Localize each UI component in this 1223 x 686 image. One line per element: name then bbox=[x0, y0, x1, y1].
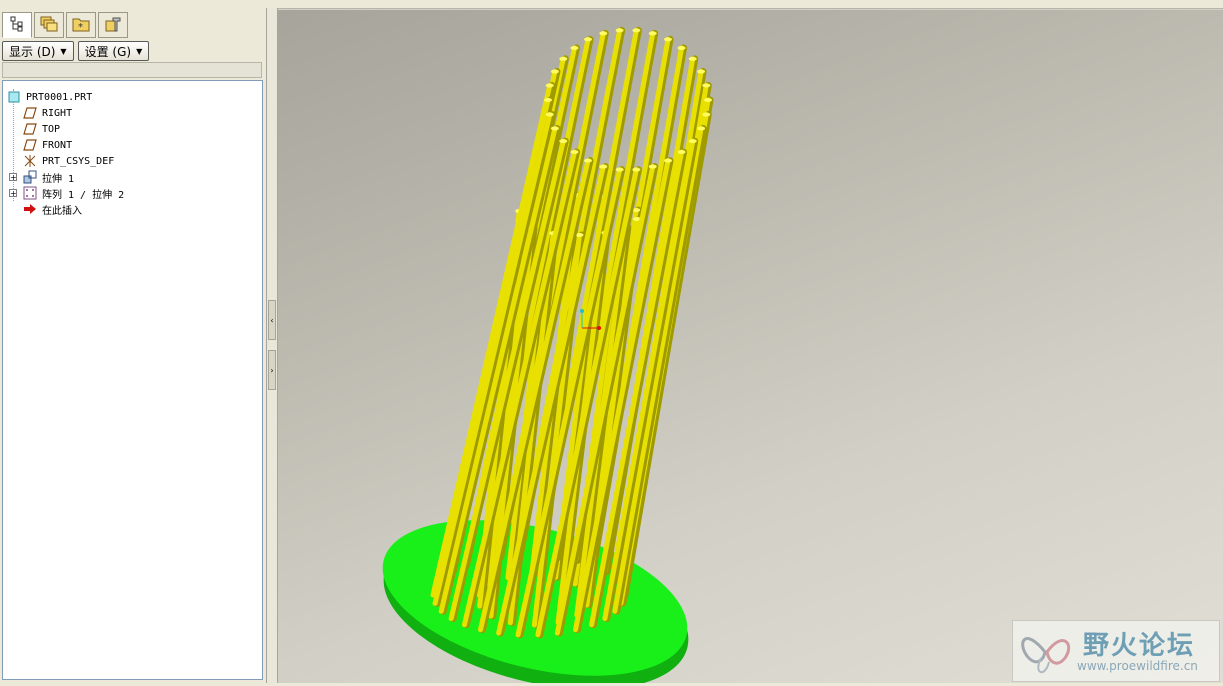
rod-cap bbox=[570, 45, 579, 50]
model-tree-icon bbox=[9, 16, 25, 35]
rod-cap bbox=[688, 56, 697, 61]
rod-cap bbox=[677, 45, 686, 50]
rod-cap bbox=[664, 158, 672, 163]
settings-label: 设置 (G) bbox=[84, 44, 132, 59]
datum-plane-icon bbox=[23, 122, 37, 136]
tree-root-label: PRT0001.PRT bbox=[26, 91, 93, 103]
tab-layers[interactable] bbox=[34, 12, 64, 38]
tree-item-label: FRONT bbox=[42, 139, 73, 151]
tree-item-top[interactable]: TOP bbox=[23, 121, 60, 137]
tab-folder-browser[interactable]: * bbox=[66, 12, 96, 38]
chevron-left-icon: ‹ bbox=[270, 315, 274, 325]
pattern-icon bbox=[23, 186, 37, 200]
expand-toggle-pattern[interactable]: + bbox=[9, 189, 17, 198]
rod-cap bbox=[664, 37, 672, 42]
tree-item-label: RIGHT bbox=[42, 107, 73, 119]
tree-guide-line bbox=[13, 89, 14, 201]
3d-model-scene bbox=[382, 26, 714, 684]
panel-splitter[interactable]: ‹ › bbox=[266, 8, 278, 686]
base-disc-top bbox=[382, 520, 688, 676]
tree-item-front[interactable]: FRONT bbox=[23, 137, 72, 153]
svg-text:*: * bbox=[78, 22, 83, 33]
rod-cap bbox=[648, 164, 657, 169]
rod-cap bbox=[545, 83, 554, 88]
butterfly-logo-icon bbox=[1021, 637, 1071, 673]
chevron-down-icon: ▼ bbox=[136, 46, 143, 56]
csys-x-tip bbox=[597, 326, 601, 330]
rod-cap bbox=[599, 164, 608, 169]
expand-panel-button[interactable]: › bbox=[268, 350, 276, 390]
layers-icon bbox=[40, 15, 58, 36]
rod-cap bbox=[550, 126, 559, 131]
tree-root[interactable]: PRT0001.PRT bbox=[7, 89, 92, 105]
expand-toggle-extrude[interactable]: + bbox=[9, 173, 17, 182]
display-dropdown[interactable]: 显示 (D) ▼ bbox=[2, 41, 74, 61]
csys-y-tip bbox=[580, 309, 584, 313]
collapse-panel-button[interactable]: ‹ bbox=[268, 300, 276, 340]
rod-cap bbox=[550, 69, 559, 74]
rod-cap bbox=[697, 126, 706, 131]
watermark-title: 野火论坛 bbox=[1083, 631, 1196, 661]
tree-item-label: 阵列 1 / 拉伸 2 bbox=[42, 189, 125, 201]
part-icon bbox=[7, 90, 21, 104]
rod-cap bbox=[702, 112, 711, 117]
tree-item-label: TOP bbox=[42, 123, 61, 135]
rod-cap bbox=[559, 56, 568, 61]
extrude-icon bbox=[23, 170, 37, 184]
tree-item-label: 在此插入 bbox=[42, 205, 82, 217]
watermark-url: www.proewildfire.cn bbox=[1077, 659, 1198, 673]
insert-here-arrow-icon bbox=[23, 202, 37, 216]
graphics-viewport[interactable] bbox=[278, 10, 1223, 684]
model-tree: PRT0001.PRT RIGHT TOP FRONT PRT_CSYS_DEF bbox=[2, 80, 263, 680]
rod-cap bbox=[615, 28, 624, 33]
coordinate-system-icon bbox=[23, 154, 37, 168]
tree-item-pattern-1[interactable]: 阵列 1 / 拉伸 2 bbox=[23, 185, 124, 201]
rod-cap bbox=[677, 150, 686, 155]
navigator-panel: * 显示 (D) ▼ 设置 (G) ▼ PRT0001.PRT RIGHT TO… bbox=[0, 8, 266, 686]
tree-item-right[interactable]: RIGHT bbox=[23, 105, 72, 121]
chevron-right-icon: › bbox=[270, 365, 274, 375]
rod-cap bbox=[702, 83, 711, 88]
favorites-icon bbox=[104, 15, 122, 36]
rod-cap bbox=[615, 167, 624, 172]
rod-cap bbox=[570, 150, 579, 155]
rod-cap bbox=[559, 139, 568, 144]
forum-watermark: 野火论坛 www.proewildfire.cn bbox=[1012, 620, 1220, 682]
chevron-down-icon: ▼ bbox=[60, 46, 67, 56]
display-label: 显示 (D) bbox=[9, 44, 56, 59]
rod-cap bbox=[697, 69, 706, 74]
rod-cap bbox=[648, 31, 657, 36]
tree-item-extrude-1[interactable]: 拉伸 1 bbox=[23, 169, 74, 185]
rod-cap bbox=[599, 31, 608, 36]
rod-cap bbox=[632, 167, 641, 172]
tree-header-bar bbox=[2, 62, 262, 78]
rod-cap bbox=[584, 37, 592, 42]
tree-item-csys[interactable]: PRT_CSYS_DEF bbox=[23, 153, 114, 169]
tab-model-tree[interactable] bbox=[2, 12, 32, 38]
tree-item-insert-here[interactable]: 在此插入 bbox=[23, 201, 82, 217]
datum-plane-icon bbox=[23, 138, 37, 152]
rod-cap bbox=[704, 98, 712, 102]
navigator-buttons: 显示 (D) ▼ 设置 (G) ▼ bbox=[2, 41, 150, 61]
rod-cap bbox=[544, 98, 552, 102]
navigator-tabs: * bbox=[2, 12, 130, 40]
rod-cap bbox=[545, 112, 554, 117]
tree-item-label: PRT_CSYS_DEF bbox=[42, 155, 115, 167]
datum-plane-icon bbox=[23, 106, 37, 120]
folder-browser-icon: * bbox=[72, 15, 90, 36]
tree-item-label: 拉伸 1 bbox=[42, 173, 75, 185]
settings-dropdown[interactable]: 设置 (G) ▼ bbox=[77, 41, 150, 61]
tab-favorites[interactable] bbox=[98, 12, 128, 38]
rod-cap bbox=[688, 139, 697, 144]
rod-cap bbox=[632, 28, 641, 33]
rod-cap bbox=[584, 158, 592, 163]
